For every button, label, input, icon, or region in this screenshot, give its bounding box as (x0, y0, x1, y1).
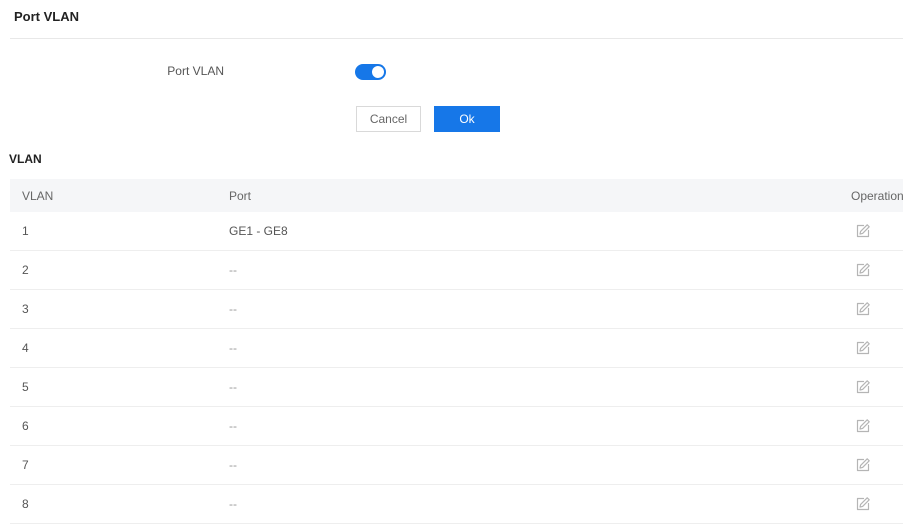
edit-icon[interactable] (855, 301, 871, 317)
edit-icon[interactable] (855, 418, 871, 434)
ok-button[interactable]: Ok (434, 106, 500, 132)
table-row: 7 -- (10, 446, 903, 485)
page-title: Port VLAN (14, 9, 79, 24)
table-row: 1 GE1 - GE8 (10, 212, 903, 251)
port-cell: -- (229, 302, 237, 316)
vlan-id-cell: 2 (22, 263, 29, 277)
port-cell: -- (229, 419, 237, 433)
vlan-id-cell: 8 (22, 497, 29, 511)
table-header: VLAN Port Operation (10, 179, 903, 212)
table-body: 1 GE1 - GE8 2 -- 3 -- 4 -- 5 -- 6 -- 7 -- 8 -- (10, 212, 903, 524)
table-row: 2 -- (10, 251, 903, 290)
edit-icon[interactable] (855, 223, 871, 239)
edit-icon[interactable] (855, 457, 871, 473)
cancel-button[interactable]: Cancel (356, 106, 421, 132)
vlan-id-cell: 5 (22, 380, 29, 394)
vlan-table: VLAN Port Operation 1 GE1 - GE8 2 -- 3 -- 4 -- 5… (10, 179, 903, 524)
port-cell: -- (229, 263, 237, 277)
edit-icon[interactable] (855, 496, 871, 512)
edit-icon[interactable] (855, 262, 871, 278)
edit-icon[interactable] (855, 340, 871, 356)
port-cell: -- (229, 380, 237, 394)
edit-icon[interactable] (855, 379, 871, 395)
vlan-id-cell: 4 (22, 341, 29, 355)
table-row: 6 -- (10, 407, 903, 446)
table-row: 5 -- (10, 368, 903, 407)
vlan-id-cell: 3 (22, 302, 29, 316)
table-row: 8 -- (10, 485, 903, 524)
table-row: 3 -- (10, 290, 903, 329)
toggle-knob (372, 66, 384, 78)
port-cell: GE1 - GE8 (229, 224, 288, 238)
column-header-operation: Operation (851, 188, 903, 203)
vlan-id-cell: 6 (22, 419, 29, 433)
port-cell: -- (229, 497, 237, 511)
column-header-vlan: VLAN (22, 188, 54, 203)
port-vlan-toggle[interactable] (355, 64, 386, 80)
port-vlan-label: Port VLAN (167, 64, 224, 78)
port-cell: -- (229, 341, 237, 355)
column-header-port: Port (229, 188, 252, 203)
vlan-section-title: VLAN (9, 152, 42, 166)
vlan-id-cell: 1 (22, 224, 29, 238)
title-divider (10, 38, 903, 39)
port-cell: -- (229, 458, 237, 472)
table-row: 4 -- (10, 329, 903, 368)
vlan-id-cell: 7 (22, 458, 29, 472)
